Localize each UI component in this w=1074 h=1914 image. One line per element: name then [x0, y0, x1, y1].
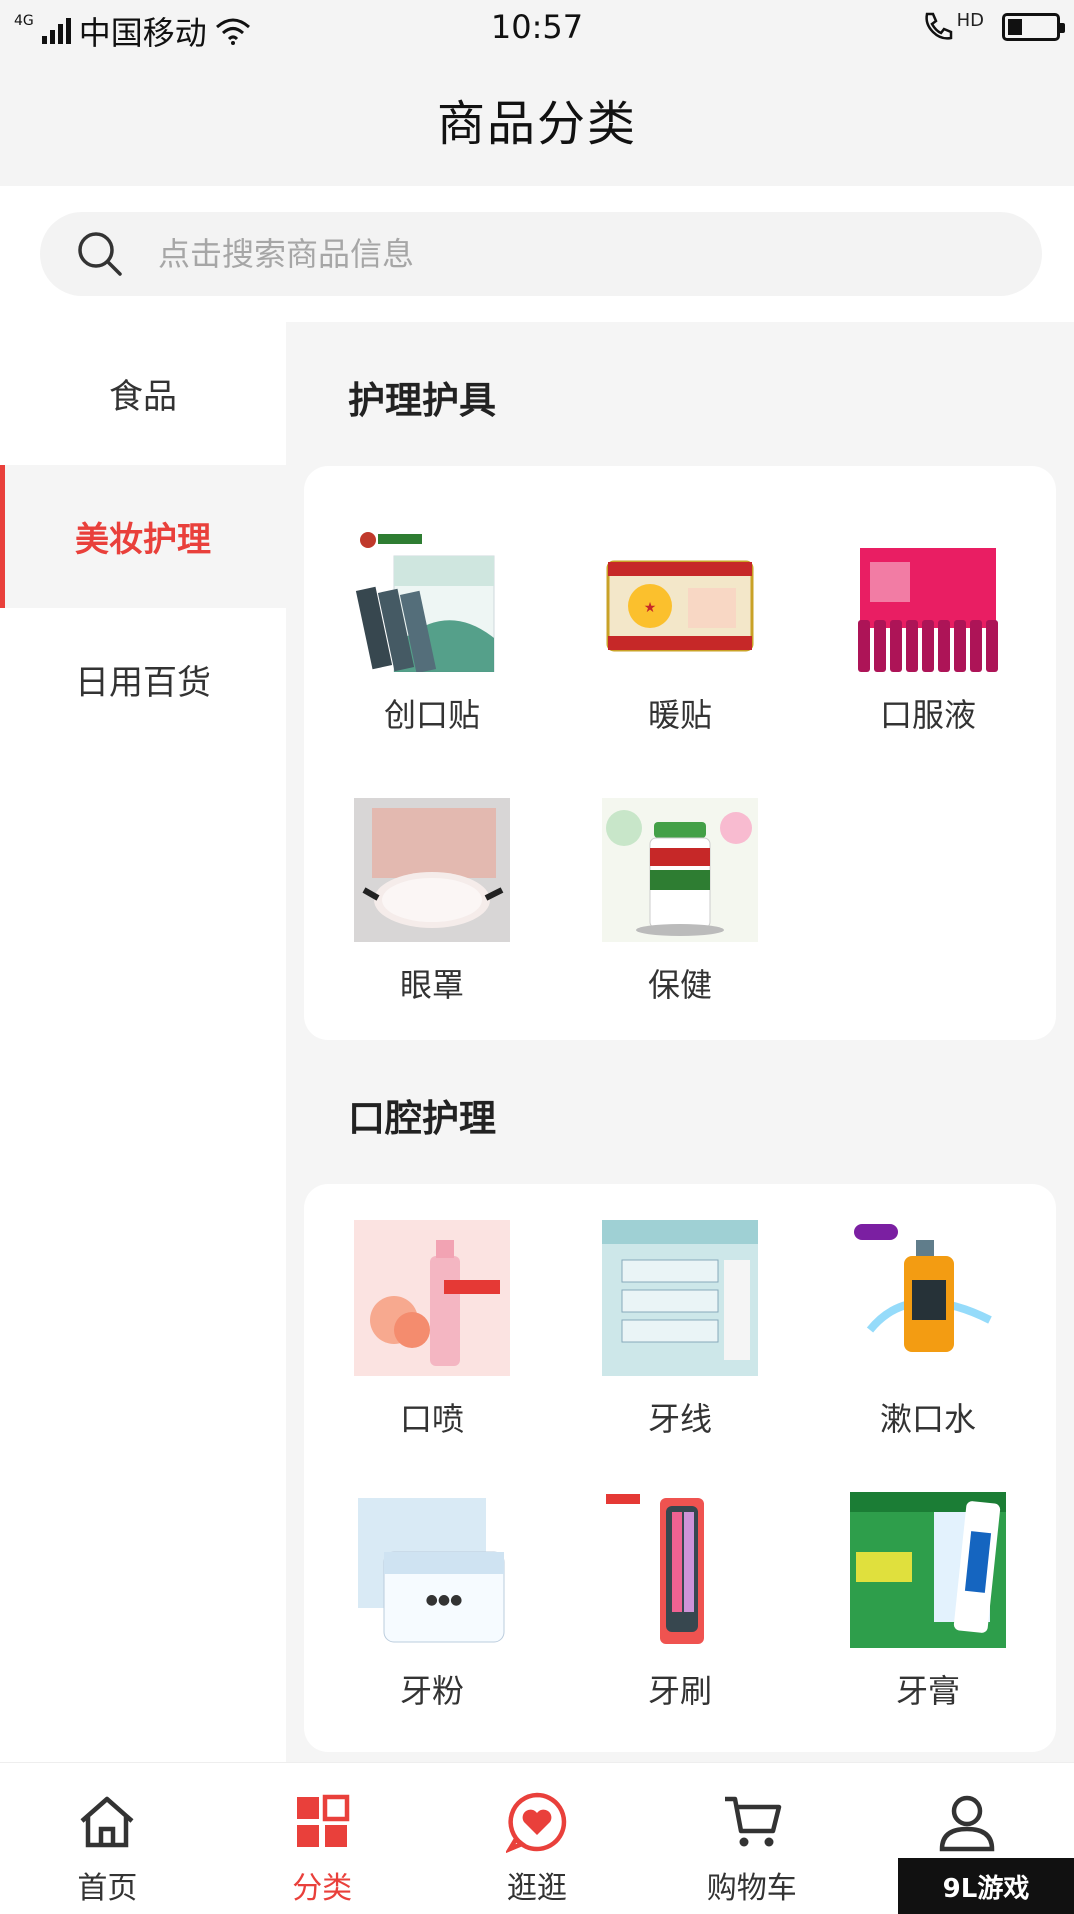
category-label: 漱口水 — [879, 1400, 976, 1438]
category-label: 牙刷 — [647, 1672, 712, 1710]
eye-mask-image — [354, 798, 510, 942]
heat-patch-image: ★ — [602, 528, 758, 672]
toothbrush-image — [602, 1492, 758, 1648]
search-area — [0, 186, 1074, 322]
battery-icon — [1002, 13, 1065, 41]
category-tile-toothbrush[interactable]: 牙刷 — [556, 1454, 804, 1724]
product-grid: 创口贴 ★ 暖贴 口服液 眼罩 保健 — [304, 466, 1056, 1006]
category-label: 口服液 — [879, 696, 976, 734]
watermark-logo: 9L游戏 — [898, 1858, 1074, 1914]
page-title: 商品分类 — [436, 96, 637, 152]
nav-label: 首页 — [77, 1871, 138, 1906]
category-tile-mouth-spray[interactable]: 口喷 — [308, 1184, 556, 1454]
category-tile-oral-liquid[interactable]: 口服液 — [804, 466, 1052, 736]
sidebar-item-beauty-care[interactable]: 美妆护理 — [0, 465, 286, 608]
category-tile-supplement[interactable]: 保健 — [556, 736, 804, 1006]
search-input[interactable] — [158, 235, 958, 273]
search-icon — [78, 232, 122, 276]
category-tile-floss[interactable]: 牙线 — [556, 1184, 804, 1454]
mouthwash-image — [850, 1220, 1006, 1376]
oral-liquid-image — [850, 528, 1006, 672]
nav-cart[interactable]: 购物车 — [644, 1763, 859, 1914]
mouth-spray-image — [354, 1220, 510, 1376]
nav-label: 逛逛 — [506, 1871, 567, 1906]
nav-category[interactable]: 分类 — [215, 1763, 430, 1914]
category-label: 创口贴 — [383, 696, 480, 734]
hd-label: HD — [956, 10, 984, 31]
category-tile-mouthwash[interactable]: 漱口水 — [804, 1184, 1052, 1454]
battery-level — [1008, 19, 1022, 35]
tooth-powder-image: ●●● — [354, 1492, 510, 1648]
status-bar: 4G 中国移动 10:57 HD — [0, 0, 1074, 56]
category-tile-heat-patch[interactable]: ★ 暖贴 — [556, 466, 804, 736]
home-icon — [80, 1796, 134, 1848]
category-grid-icon — [297, 1794, 350, 1847]
category-label: 保健 — [647, 966, 712, 1004]
product-grid: 口喷 牙线 漱口水 ●●● 牙粉 牙刷 牙膏 — [304, 1184, 1056, 1724]
category-label: 牙线 — [647, 1400, 712, 1438]
nav-browse[interactable]: 逛逛 — [430, 1763, 645, 1914]
category-tile-tooth-powder[interactable]: ●●● 牙粉 — [308, 1454, 556, 1724]
category-label: 眼罩 — [399, 966, 464, 1004]
category-sidebar: 食品 美妆护理 日用百货 — [0, 322, 286, 1762]
category-label: 牙粉 — [399, 1672, 464, 1710]
supplement-jar-image — [602, 798, 758, 942]
hd-call-icon: HD — [921, 10, 984, 44]
cart-icon — [724, 1796, 782, 1847]
nav-home[interactable]: 首页 — [0, 1763, 215, 1914]
sidebar-item-label: 食品 — [109, 377, 177, 417]
bandage-box-image — [354, 528, 510, 672]
category-content: 护理护具 创口贴 ★ 暖贴 口服液 眼罩 保健 口腔护理 口喷 牙线 漱口水 ●… — [286, 322, 1074, 1762]
sidebar-item-label: 美妆护理 — [75, 520, 211, 560]
nav-label: 购物车 — [706, 1871, 797, 1906]
category-tile-bandage[interactable]: 创口贴 — [308, 466, 556, 736]
sidebar-item-label: 日用百货 — [75, 663, 211, 703]
category-label: 暖贴 — [647, 696, 712, 734]
toothpaste-image — [850, 1492, 1006, 1648]
section-card: 口喷 牙线 漱口水 ●●● 牙粉 牙刷 牙膏 — [304, 1184, 1056, 1752]
user-icon — [939, 1795, 994, 1852]
section-card: 创口贴 ★ 暖贴 口服液 眼罩 保健 — [304, 466, 1056, 1040]
sidebar-item-daily-goods[interactable]: 日用百货 — [0, 608, 286, 751]
category-tile-eye-mask[interactable]: 眼罩 — [308, 736, 556, 1006]
category-label: 牙膏 — [895, 1672, 960, 1710]
svg-text:★: ★ — [644, 600, 657, 616]
section-title: 护理护具 — [348, 379, 496, 422]
sidebar-item-food[interactable]: 食品 — [0, 322, 286, 465]
search-bar[interactable] — [40, 212, 1042, 296]
floss-image — [602, 1220, 758, 1376]
category-tile-toothpaste[interactable]: 牙膏 — [804, 1454, 1052, 1724]
heart-chat-icon — [505, 1792, 567, 1853]
section-title: 口腔护理 — [348, 1097, 496, 1140]
status-right: HD — [921, 10, 1065, 44]
svg-text:●●●: ●●● — [426, 1592, 463, 1608]
clock: 10:57 — [490, 8, 584, 46]
nav-label: 分类 — [292, 1871, 353, 1906]
category-label: 口喷 — [399, 1400, 464, 1438]
page-header: 商品分类 — [0, 56, 1074, 186]
